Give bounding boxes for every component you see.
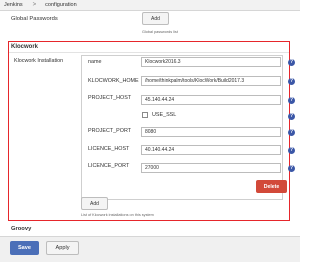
project-port-input[interactable] [141, 127, 281, 137]
installations-list-note: List of Klocwork installations on this s… [81, 213, 154, 217]
klocwork-section-title: Klocwork [11, 44, 39, 50]
klocwork-installation-label: Klocwork Installation [14, 58, 64, 64]
section-divider [9, 52, 289, 53]
licence-host-input[interactable] [141, 145, 281, 155]
breadcrumb: Jenkins > configuration [0, 0, 300, 11]
licence-port-input[interactable] [141, 163, 281, 173]
groovy-section-title: Groovy [11, 226, 32, 232]
klocwork-home-input[interactable] [141, 76, 281, 86]
klocwork-home-label: KLOCWORK_HOME [88, 78, 139, 84]
help-icon[interactable]: ? [288, 165, 295, 172]
project-port-label: PROJECT_PORT [88, 128, 132, 134]
global-passwords-add-button[interactable]: Add [142, 12, 169, 25]
name-label: name [88, 59, 102, 65]
help-icon[interactable]: ? [288, 147, 295, 154]
help-icon[interactable]: ? [288, 97, 295, 104]
licence-port-label: LICENCE_PORT [88, 163, 130, 169]
save-button[interactable]: Save [10, 241, 39, 255]
help-icon[interactable]: ? [288, 129, 295, 136]
help-icon[interactable]: ? [288, 59, 295, 66]
breadcrumb-separator: > [32, 2, 37, 8]
breadcrumb-configuration[interactable]: configuration [45, 2, 77, 8]
help-icon[interactable]: ? [288, 78, 295, 85]
global-passwords-note: Global passwords list [142, 30, 178, 34]
apply-button[interactable]: Apply [46, 241, 79, 255]
breadcrumb-jenkins[interactable]: Jenkins [4, 2, 23, 8]
use-ssl-checkbox[interactable] [142, 112, 148, 118]
form-footer-bar [0, 236, 300, 262]
global-passwords-title: Global Passwords [11, 16, 58, 22]
use-ssl-label: USE_SSL [152, 112, 177, 118]
delete-button[interactable]: Delete [256, 180, 287, 193]
project-host-input[interactable] [141, 95, 281, 105]
licence-host-label: LICENCE_HOST [88, 146, 130, 152]
project-host-label: PROJECT_HOST [88, 95, 132, 101]
add-installation-button[interactable]: Add [81, 197, 108, 210]
help-icon[interactable]: ? [288, 113, 295, 120]
name-input[interactable] [141, 57, 281, 67]
